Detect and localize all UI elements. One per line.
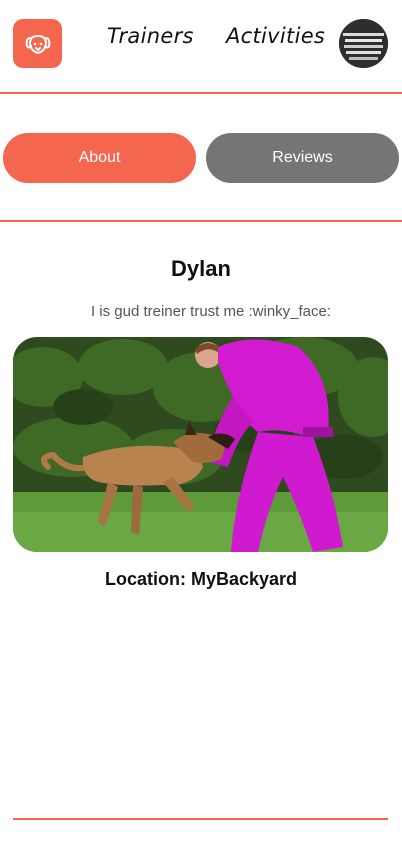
nav-activities-link[interactable]: Activities	[226, 24, 325, 48]
logo-button[interactable]	[13, 19, 62, 68]
trainer-location: Location: MyBackyard	[104, 569, 298, 589]
user-avatar[interactable]	[339, 19, 388, 68]
header-divider	[0, 92, 402, 94]
page: Trainers Activities About Reviews Dylan …	[0, 0, 402, 843]
profile-avatar-icon	[339, 19, 388, 68]
tab-about[interactable]: About	[3, 133, 196, 183]
footer-divider	[13, 818, 388, 820]
top-nav: Trainers Activities	[0, 0, 402, 92]
tab-reviews[interactable]: Reviews	[206, 133, 399, 183]
trainer-bio: I is gud treiner trust me :winky_face:	[90, 303, 332, 320]
trainer-photo	[13, 337, 388, 552]
tabs-divider	[0, 220, 402, 222]
nav-trainers-link[interactable]: Trainers	[107, 24, 194, 48]
dog-face-icon	[25, 34, 50, 54]
trainer-name: Dylan	[171, 256, 231, 281]
dog-training-photo-icon	[13, 337, 388, 552]
